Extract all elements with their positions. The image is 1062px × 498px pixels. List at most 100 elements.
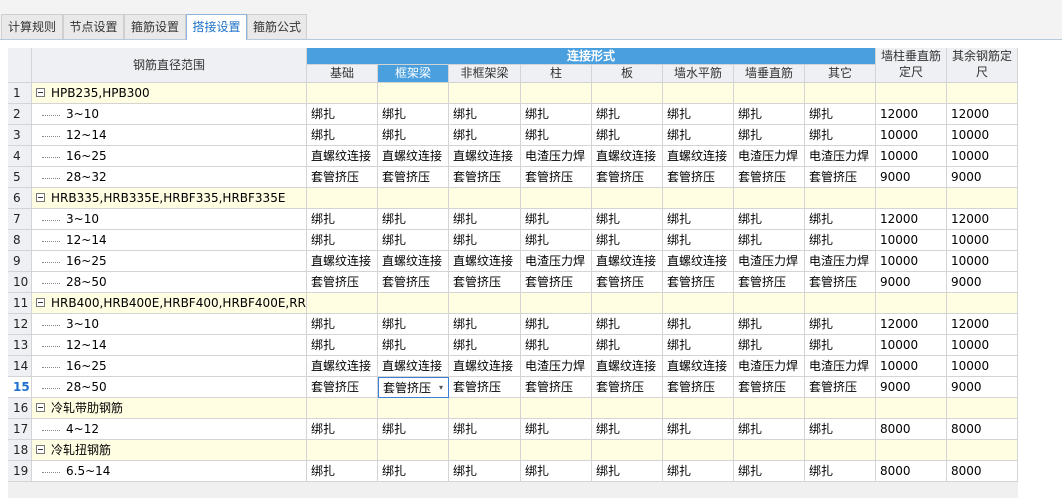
- range-cell[interactable]: 4~12: [32, 419, 307, 440]
- table-cell[interactable]: 绑扎: [734, 335, 805, 356]
- table-cell[interactable]: 9000: [876, 272, 947, 293]
- tab-1[interactable]: 计算规则: [1, 14, 63, 39]
- table-cell[interactable]: 电渣压力焊: [805, 146, 876, 167]
- table-cell[interactable]: [876, 293, 947, 314]
- table-cell[interactable]: 套管挤压: [663, 272, 734, 293]
- table-cell[interactable]: 电渣压力焊: [734, 251, 805, 272]
- table-cell[interactable]: 电渣压力焊: [734, 146, 805, 167]
- table-cell[interactable]: 绑扎: [378, 461, 449, 482]
- table-cell[interactable]: 8000: [947, 461, 1018, 482]
- group-label-cell[interactable]: 冷轧带肋钢筋: [32, 398, 307, 419]
- table-cell[interactable]: 绑扎: [449, 461, 521, 482]
- table-cell[interactable]: 绑扎: [378, 335, 449, 356]
- table-cell[interactable]: 套管挤压: [307, 167, 378, 188]
- table-cell[interactable]: 绑扎: [307, 419, 378, 440]
- table-cell[interactable]: 8000: [876, 461, 947, 482]
- table-cell[interactable]: 直螺纹连接: [449, 356, 521, 377]
- table-cell[interactable]: [449, 293, 521, 314]
- table-cell[interactable]: 绑扎: [734, 461, 805, 482]
- group-label-cell[interactable]: HRB400,HRB400E,HRBF400,HRBF400E,RR...: [32, 293, 307, 314]
- table-cell[interactable]: 绑扎: [521, 230, 592, 251]
- table-cell[interactable]: [378, 440, 449, 461]
- table-cell[interactable]: [663, 440, 734, 461]
- group-label-cell[interactable]: HRB335,HRB335E,HRBF335,HRBF335E: [32, 188, 307, 209]
- table-cell[interactable]: 绑扎: [592, 230, 663, 251]
- tab-4[interactable]: 搭接设置: [186, 14, 247, 40]
- table-cell[interactable]: 绑扎: [307, 230, 378, 251]
- row-number[interactable]: 4: [8, 146, 32, 167]
- table-cell[interactable]: 绑扎: [307, 335, 378, 356]
- table-cell[interactable]: 直螺纹连接: [663, 251, 734, 272]
- collapse-icon[interactable]: [36, 445, 45, 454]
- range-cell[interactable]: 12~14: [32, 230, 307, 251]
- row-number[interactable]: 17: [8, 419, 32, 440]
- table-cell[interactable]: [805, 398, 876, 419]
- table-cell[interactable]: [449, 440, 521, 461]
- table-cell[interactable]: 绑扎: [521, 314, 592, 335]
- table-cell[interactable]: 绑扎: [449, 209, 521, 230]
- table-cell[interactable]: 9000: [947, 272, 1018, 293]
- table-cell[interactable]: 绑扎: [307, 461, 378, 482]
- table-cell[interactable]: 绑扎: [663, 104, 734, 125]
- table-cell[interactable]: 绑扎: [734, 230, 805, 251]
- collapse-icon[interactable]: [36, 403, 45, 412]
- table-cell[interactable]: 10000: [876, 335, 947, 356]
- row-number[interactable]: 19: [8, 461, 32, 482]
- table-cell[interactable]: 绑扎: [805, 125, 876, 146]
- table-cell[interactable]: [947, 188, 1018, 209]
- table-cell[interactable]: 直螺纹连接: [378, 356, 449, 377]
- column-header-9[interactable]: 其余钢筋定尺: [947, 48, 1018, 83]
- range-header[interactable]: 钢筋直径范围: [32, 48, 307, 83]
- table-cell[interactable]: 套管挤压: [378, 272, 449, 293]
- table-cell[interactable]: [521, 188, 592, 209]
- row-number[interactable]: 12: [8, 314, 32, 335]
- table-cell[interactable]: 10000: [947, 335, 1018, 356]
- table-cell[interactable]: 直螺纹连接: [378, 251, 449, 272]
- table-cell[interactable]: [876, 83, 947, 104]
- table-cell[interactable]: 10000: [876, 251, 947, 272]
- range-cell[interactable]: 3~10: [32, 209, 307, 230]
- table-cell[interactable]: 12000: [876, 209, 947, 230]
- table-cell[interactable]: 绑扎: [521, 125, 592, 146]
- table-cell[interactable]: 9000: [947, 167, 1018, 188]
- table-cell[interactable]: 套管挤压: [663, 167, 734, 188]
- table-cell[interactable]: 绑扎: [378, 209, 449, 230]
- table-cell[interactable]: 直螺纹连接: [592, 356, 663, 377]
- table-cell[interactable]: 套管挤压: [378, 167, 449, 188]
- table-cell[interactable]: 10000: [876, 230, 947, 251]
- column-header-0[interactable]: 基础: [307, 65, 378, 83]
- table-cell[interactable]: [378, 188, 449, 209]
- table-cell[interactable]: 绑扎: [449, 104, 521, 125]
- table-cell[interactable]: 套管挤压: [805, 167, 876, 188]
- table-cell[interactable]: 套管挤压: [521, 272, 592, 293]
- table-cell[interactable]: [805, 440, 876, 461]
- table-cell[interactable]: 绑扎: [663, 419, 734, 440]
- table-cell[interactable]: 套管挤压: [592, 377, 663, 398]
- row-number[interactable]: 13: [8, 335, 32, 356]
- table-cell[interactable]: [449, 398, 521, 419]
- table-cell[interactable]: 绑扎: [805, 335, 876, 356]
- table-cell[interactable]: [947, 293, 1018, 314]
- table-cell[interactable]: [805, 188, 876, 209]
- table-cell[interactable]: 电渣压力焊: [734, 356, 805, 377]
- table-cell[interactable]: 绑扎: [521, 335, 592, 356]
- table-cell[interactable]: 10000: [876, 125, 947, 146]
- table-cell[interactable]: [592, 83, 663, 104]
- table-cell[interactable]: 直螺纹连接: [307, 356, 378, 377]
- row-number[interactable]: 15: [8, 377, 32, 398]
- table-cell[interactable]: 绑扎: [521, 104, 592, 125]
- table-cell[interactable]: 绑扎: [307, 125, 378, 146]
- table-cell[interactable]: [734, 440, 805, 461]
- row-number[interactable]: 1: [8, 83, 32, 104]
- table-cell[interactable]: 直螺纹连接: [663, 356, 734, 377]
- table-cell[interactable]: 绑扎: [663, 209, 734, 230]
- table-cell[interactable]: 绑扎: [805, 314, 876, 335]
- column-header-4[interactable]: 板: [592, 65, 663, 83]
- row-number[interactable]: 14: [8, 356, 32, 377]
- row-number[interactable]: 11: [8, 293, 32, 314]
- table-cell[interactable]: 套管挤压: [734, 377, 805, 398]
- table-cell[interactable]: 直螺纹连接: [449, 251, 521, 272]
- range-cell[interactable]: 16~25: [32, 146, 307, 167]
- table-cell[interactable]: [663, 398, 734, 419]
- table-cell[interactable]: [947, 440, 1018, 461]
